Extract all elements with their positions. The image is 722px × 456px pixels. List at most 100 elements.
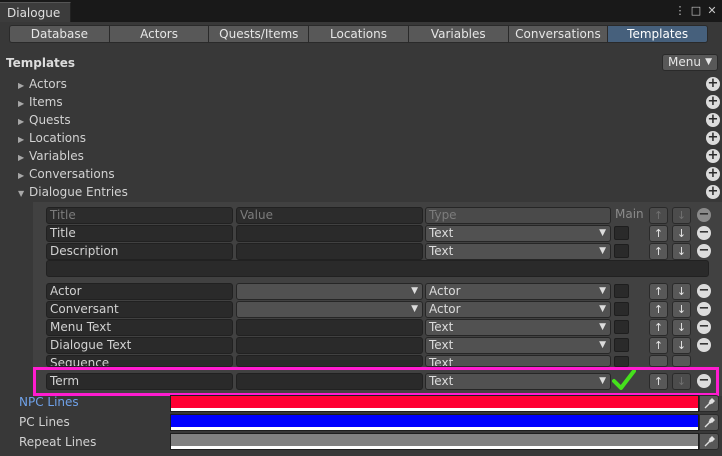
add-conversations-field-plus-icon[interactable]: +	[706, 167, 720, 181]
main-checkbox[interactable]	[614, 356, 629, 367]
field-value-input[interactable]	[236, 319, 423, 336]
dropdown-value: Text	[429, 356, 454, 367]
arrow-up-icon[interactable]: ↑	[649, 301, 668, 318]
field-value-dropdown[interactable]: ▼	[236, 301, 423, 318]
field-value-dropdown[interactable]: ▼	[236, 283, 423, 300]
add-variables-field-plus-icon[interactable]: +	[706, 149, 720, 163]
foldout-dialogue-entries[interactable]: ▼ Dialogue Entries	[18, 183, 128, 201]
field-type-dropdown[interactable]: Text	[425, 355, 611, 367]
arrow-down-icon[interactable]: ↓	[672, 301, 691, 318]
tab-templates[interactable]: Templates	[607, 25, 709, 43]
field-type-dropdown[interactable]: Actor ▼	[425, 301, 611, 318]
tab-actors[interactable]: Actors	[108, 25, 209, 43]
minus-icon[interactable]: −	[697, 226, 711, 240]
foldout-label: Actors	[29, 77, 67, 91]
dropdown-value: Text	[429, 244, 454, 258]
arrow-up-icon[interactable]: ↑	[649, 283, 668, 300]
tab-database[interactable]: Database	[9, 25, 109, 43]
tab-variables[interactable]: Variables	[407, 25, 508, 43]
add-actors-field-plus-icon[interactable]: +	[706, 77, 720, 91]
menu-button-label: Menu	[668, 55, 701, 69]
maximize-icon[interactable]: □	[689, 3, 703, 19]
field-title-input[interactable]: Actor	[46, 283, 233, 300]
arrow-down-icon[interactable]: ↓	[672, 337, 691, 354]
add-locations-field-plus-icon[interactable]: +	[706, 131, 720, 145]
field-title-input[interactable]: Conversant	[46, 301, 233, 318]
field-type-dropdown[interactable]: Actor ▼	[425, 283, 611, 300]
foldout-conversations[interactable]: ▶ Conversations	[18, 165, 115, 183]
field-type-dropdown[interactable]: Text ▼	[425, 337, 611, 354]
foldout-actors[interactable]: ▶ Actors	[18, 75, 67, 93]
arrow-down-icon[interactable]	[672, 355, 691, 367]
main-checkbox[interactable]	[614, 226, 629, 240]
tab-locations[interactable]: Locations	[308, 25, 408, 43]
minus-icon[interactable]: −	[697, 284, 711, 298]
minus-icon[interactable]: −	[697, 338, 711, 352]
foldout-label: Quests	[29, 113, 71, 127]
eyedropper-button[interactable]	[699, 433, 719, 450]
field-title-input[interactable]: Sequence	[46, 355, 233, 367]
field-type-dropdown[interactable]: Text ▼	[425, 373, 611, 390]
more-options-icon[interactable]: ⋮	[673, 3, 687, 19]
field-value-input[interactable]	[236, 373, 423, 390]
main-checkbox[interactable]	[614, 284, 629, 298]
tab-conversations[interactable]: Conversations	[507, 25, 608, 43]
eyedropper-button[interactable]	[699, 414, 719, 431]
arrow-down-icon[interactable]: ↓	[672, 319, 691, 336]
field-title-input[interactable]: Term	[46, 373, 233, 390]
arrow-up-icon[interactable]: ↑	[649, 337, 668, 354]
field-title-input[interactable]: Title	[46, 225, 233, 242]
pc-lines-color-swatch[interactable]	[170, 414, 699, 431]
add-quests-field-plus-icon[interactable]: +	[706, 113, 720, 127]
foldout-items[interactable]: ▶ Items	[18, 93, 63, 111]
foldout-locations[interactable]: ▶ Locations	[18, 129, 86, 147]
minus-icon[interactable]: −	[697, 302, 711, 316]
field-type-dropdown[interactable]: Text ▼	[425, 319, 611, 336]
chevron-down-icon: ▼	[599, 340, 606, 350]
minus-icon[interactable]: −	[697, 374, 711, 388]
field-value-input[interactable]	[236, 243, 423, 260]
eyedropper-button[interactable]	[699, 395, 719, 412]
arrow-up-icon[interactable]: ↑	[649, 373, 668, 390]
tab-quests-items[interactable]: Quests/Items	[208, 25, 309, 43]
description-value-textarea[interactable]	[46, 260, 709, 277]
field-title-input[interactable]: Dialogue Text	[46, 337, 233, 354]
arrow-down-icon[interactable]: ↓	[672, 243, 691, 260]
field-type-dropdown[interactable]: Text ▼	[425, 225, 611, 242]
main-checkbox[interactable]	[614, 302, 629, 316]
main-checkbox[interactable]	[614, 320, 629, 334]
npc-lines-color-swatch[interactable]	[170, 395, 699, 412]
chevron-down-icon: ▼	[411, 304, 418, 314]
arrow-up-icon[interactable]	[649, 355, 668, 367]
field-value-input[interactable]	[236, 337, 423, 354]
field-type-dropdown[interactable]: Text ▼	[425, 243, 611, 260]
main-checkbox[interactable]	[614, 338, 629, 352]
menu-button[interactable]: Menu ▼	[662, 54, 718, 71]
arrow-up-icon[interactable]: ↑	[649, 243, 668, 260]
header-type: Type	[425, 207, 611, 224]
field-value-input[interactable]	[236, 225, 423, 242]
foldout-quests[interactable]: ▶ Quests	[18, 111, 71, 129]
chevron-down-icon: ▼	[411, 286, 418, 296]
main-checkbox[interactable]	[614, 244, 629, 258]
arrow-down-icon[interactable]: ↓	[672, 283, 691, 300]
window-tab[interactable]: Dialogue	[0, 2, 72, 22]
chevron-down-icon: ▼	[705, 57, 712, 67]
field-title-input[interactable]: Description	[46, 243, 233, 260]
dropdown-value: Text	[429, 226, 454, 240]
field-value-input[interactable]	[236, 355, 423, 367]
chevron-down-icon: ▼	[599, 304, 606, 314]
add-dialogue-entries-field-plus-icon[interactable]: +	[706, 185, 720, 199]
arrow-up-icon[interactable]: ↑	[649, 319, 668, 336]
arrow-up-icon[interactable]: ↑	[649, 225, 668, 242]
field-title-input[interactable]: Menu Text	[46, 319, 233, 336]
repeat-lines-color-swatch[interactable]	[170, 433, 699, 450]
arrow-down-icon[interactable]: ↓	[672, 225, 691, 242]
checkmark-icon[interactable]	[612, 368, 636, 392]
add-items-field-plus-icon[interactable]: +	[706, 95, 720, 109]
minus-icon[interactable]: −	[697, 320, 711, 334]
close-icon[interactable]: ✕	[705, 3, 719, 19]
foldout-label: Variables	[29, 149, 84, 163]
minus-icon[interactable]: −	[697, 244, 711, 258]
foldout-variables[interactable]: ▶ Variables	[18, 147, 84, 165]
